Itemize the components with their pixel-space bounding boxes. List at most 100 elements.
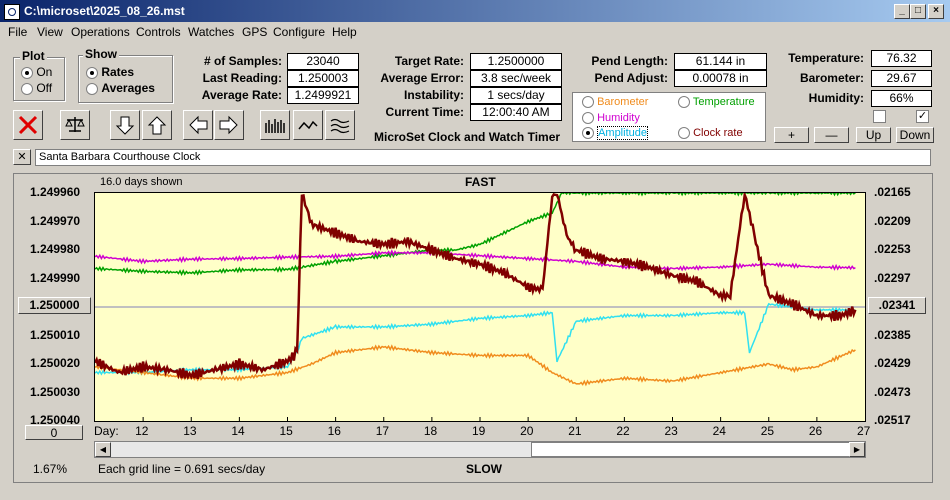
radio-dot	[582, 112, 594, 125]
temperature-option[interactable]: Temperature	[678, 96, 755, 109]
barometer-option-label: Barometer	[597, 96, 649, 108]
move-left-button[interactable]	[183, 110, 213, 140]
scroll-percent: 1.67%	[33, 462, 68, 476]
y-left-tick-label: 1.249990	[30, 270, 81, 285]
chart-title-fast: FAST	[465, 175, 496, 189]
y-left-tick-label: 1.250010	[30, 327, 81, 342]
menu-configure[interactable]: Configure	[273, 25, 325, 39]
arrow-down-icon	[115, 116, 135, 135]
humidity-option-label: Humidity	[597, 112, 640, 124]
humidity-label: Humidity:	[808, 91, 864, 105]
plot-on-radio[interactable]: On	[21, 65, 52, 79]
amplitude-option-label: Amplitude	[597, 126, 648, 140]
scroll-right-arrow-icon[interactable]: ▶	[849, 442, 865, 457]
scrollbar-thumb[interactable]	[531, 442, 850, 457]
days-shown: 16.0 days shown	[100, 176, 183, 188]
x-tick-label: 19	[472, 424, 486, 438]
radio-dot	[678, 96, 690, 109]
offset-button[interactable]: 0	[25, 425, 83, 440]
rate-series-line	[93, 190, 857, 381]
current-time-label: Current Time:	[385, 105, 464, 119]
pend-length-value: 61.144 in	[674, 53, 767, 70]
bar-graph-button[interactable]	[260, 110, 290, 140]
last-reading-value: 1.250003	[287, 70, 359, 87]
samples-value: 23040	[287, 53, 359, 70]
zoom-in-button[interactable]: +	[774, 127, 809, 143]
clear-button[interactable]	[13, 110, 43, 140]
close-clock-button[interactable]: ✕	[13, 149, 31, 165]
plot-area	[93, 189, 866, 422]
menu-operations[interactable]: Operations	[71, 25, 130, 39]
radio-dot	[86, 66, 98, 79]
average-error-label: Average Error:	[380, 71, 464, 85]
zoom-out-button[interactable]: —	[814, 127, 849, 143]
plot-off-radio[interactable]: Off	[21, 81, 52, 95]
checkbox-left[interactable]	[873, 110, 886, 123]
menu-controls[interactable]: Controls	[136, 25, 181, 39]
show-rates-label: Rates	[101, 65, 135, 79]
show-averages-label: Averages	[101, 81, 155, 95]
scroll-up-button[interactable]: Up	[856, 127, 891, 143]
pend-adjust-label: Pend Adjust:	[594, 71, 668, 85]
move-down-button[interactable]	[110, 110, 140, 140]
menu-help[interactable]: Help	[332, 25, 357, 39]
y-right-tick-label: .02253	[874, 242, 911, 256]
clock-rate-option[interactable]: Clock rate	[678, 127, 743, 140]
title-bar: C:\microset\2025_08_26.mst _ □ ×	[0, 0, 950, 22]
x-tick-label: 25	[760, 424, 775, 438]
show-group	[78, 55, 173, 103]
minimize-button[interactable]: _	[894, 4, 910, 19]
radio-dot	[582, 127, 594, 140]
current-time-value: 12:00:40 AM	[470, 104, 562, 121]
menu-file[interactable]: File	[8, 25, 27, 39]
y-right-tick-label: .02385	[874, 327, 911, 342]
y-left-tick-label: 1.250020	[30, 356, 81, 370]
x-tick-label: 14	[231, 424, 245, 438]
balance-button[interactable]	[60, 110, 90, 140]
barometer-option[interactable]: Barometer	[582, 96, 649, 109]
scroll-left-arrow-icon[interactable]: ◀	[95, 442, 111, 457]
y-right-tick-label: .02517	[874, 413, 911, 427]
grid-note: Each grid line = 0.691 secs/day	[98, 462, 266, 476]
arrow-left-icon	[189, 115, 208, 135]
x-tick-label: 18	[423, 424, 438, 438]
line-graph-button[interactable]	[293, 110, 323, 140]
pend-length-label: Pend Length:	[591, 54, 668, 68]
pend-adjust-value: 0.00078 in	[674, 70, 767, 87]
move-right-button[interactable]	[214, 110, 244, 140]
menu-gps[interactable]: GPS	[242, 25, 267, 39]
radio-dot	[678, 127, 690, 140]
average-rate-label: Average Rate:	[201, 88, 282, 102]
maximize-button[interactable]: □	[910, 4, 926, 19]
target-rate-label: Target Rate:	[394, 54, 464, 68]
x-tick-label: 17	[375, 424, 390, 438]
line-graph-icon	[298, 120, 318, 130]
y-left-tick-label: 1.249960	[30, 185, 81, 199]
right-center-value-button[interactable]: .02341	[868, 297, 926, 314]
wave-graph-button[interactable]	[325, 110, 355, 140]
close-button[interactable]: ×	[928, 4, 944, 19]
chart-svg	[93, 189, 865, 421]
move-up-button[interactable]	[142, 110, 172, 140]
y-left-tick-label: 1.250030	[30, 384, 81, 399]
amplitude-option[interactable]: Amplitude	[582, 126, 648, 140]
checkbox-right[interactable]: ✓	[916, 110, 929, 123]
center-value-button[interactable]: 1.250000	[18, 297, 91, 314]
y-right-tick-label: .02209	[874, 213, 911, 228]
clock-name-input[interactable]: Santa Barbara Courthouse Clock	[35, 149, 931, 166]
show-averages-radio[interactable]: Averages	[86, 81, 155, 95]
x-tick-label: 16	[327, 424, 341, 438]
scrollbar-track[interactable]: ◀ ▶	[94, 441, 866, 458]
scroll-down-button[interactable]: Down	[896, 127, 934, 143]
x-tick-label: 15	[279, 424, 293, 438]
show-rates-radio[interactable]: Rates	[86, 65, 134, 79]
target-rate-value: 1.2500000	[470, 53, 562, 70]
arrow-up-icon	[147, 116, 167, 135]
menu-view[interactable]: View	[37, 25, 63, 39]
y-right-tick-label: .02165	[874, 185, 911, 199]
humidity-option[interactable]: Humidity	[582, 112, 640, 125]
menu-watches[interactable]: Watches	[188, 25, 234, 39]
chart-bottom-slow: SLOW	[466, 462, 502, 476]
x-tick-label: 24	[712, 424, 726, 438]
app-caption: MicroSet Clock and Watch Timer	[374, 130, 561, 144]
